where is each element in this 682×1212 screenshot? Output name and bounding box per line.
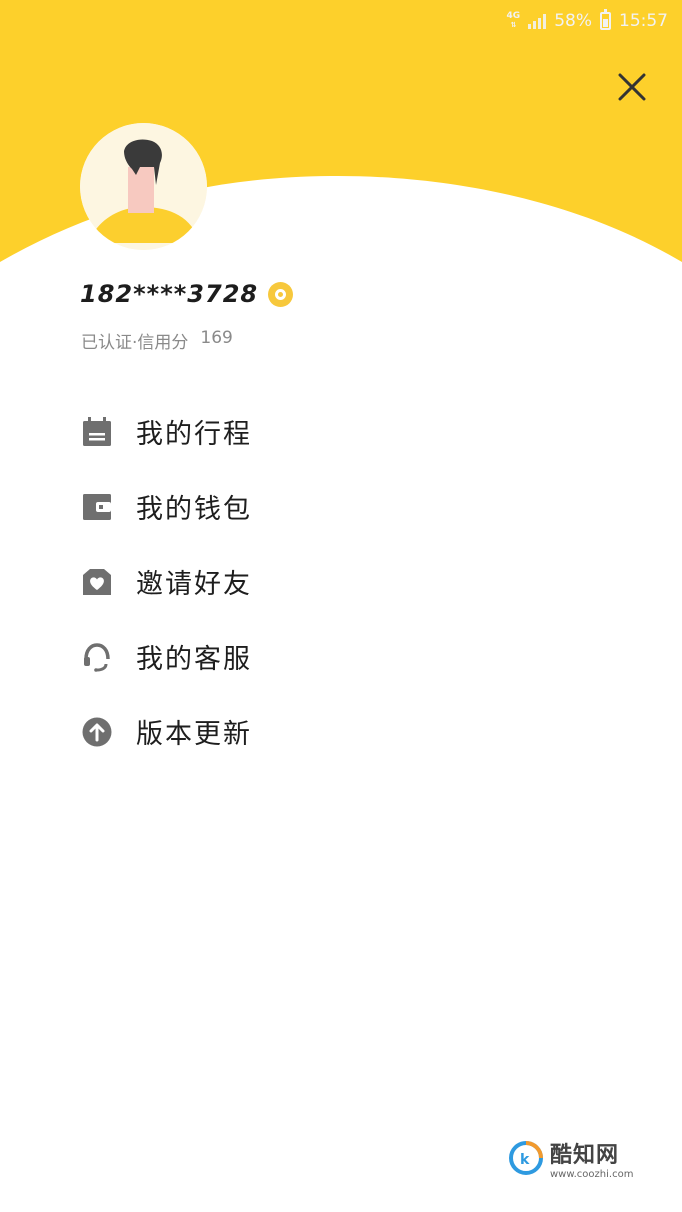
credit-score: 169 — [200, 328, 233, 348]
member-badge-icon[interactable] — [268, 281, 294, 307]
menu-item-label: 我的行程 — [136, 419, 252, 450]
close-icon — [618, 73, 646, 101]
phone-number: 182****3728 — [80, 280, 259, 308]
menu-item-invite[interactable]: 邀请好友 — [80, 544, 620, 619]
upload-arrow-icon — [80, 715, 114, 749]
watermark-url: www.coozhi.com — [550, 1168, 634, 1180]
network-indicator: 4G ⇅ — [506, 11, 521, 30]
signal-icon — [528, 13, 547, 29]
menu-item-wallet[interactable]: 我的钱包 — [80, 469, 620, 544]
invite-gift-icon — [80, 565, 114, 599]
user-info: 182****3728 — [80, 280, 294, 308]
menu-item-label: 我的钱包 — [136, 494, 252, 525]
menu-item-label: 版本更新 — [136, 719, 252, 750]
headset-icon — [80, 640, 114, 674]
network-type: 4G — [506, 11, 521, 21]
verified-label: 已认证·信用分 — [81, 333, 189, 353]
menu-item-version-update[interactable]: 版本更新 — [80, 694, 620, 769]
menu-item-itinerary[interactable]: 我的行程 — [80, 394, 620, 469]
menu-item-customer-service[interactable]: 我的客服 — [80, 619, 620, 694]
close-button[interactable] — [611, 66, 653, 108]
battery-percent: 58% — [554, 11, 592, 31]
status-bar: 4G ⇅ 58% 15:57 — [507, 8, 668, 34]
avatar[interactable] — [80, 123, 207, 250]
svg-text:k: k — [520, 1152, 530, 1168]
menu-item-label: 邀请好友 — [136, 569, 252, 600]
coozhi-logo-icon: k — [509, 1141, 543, 1175]
battery-icon — [600, 9, 611, 30]
menu-item-label: 我的客服 — [136, 644, 252, 675]
wallet-icon — [80, 490, 114, 524]
credit-info[interactable]: 已认证·信用分 169 — [81, 328, 233, 353]
side-menu: 我的行程 我的钱包 邀请好友 我的客服 版本更新 — [80, 394, 620, 769]
itinerary-icon — [80, 415, 114, 449]
watermark-name: 酷知网 — [550, 1142, 620, 1168]
user-avatar-icon — [80, 123, 207, 250]
clock: 15:57 — [619, 11, 668, 31]
watermark: k 酷知网 www.coozhi.com — [508, 1130, 658, 1186]
